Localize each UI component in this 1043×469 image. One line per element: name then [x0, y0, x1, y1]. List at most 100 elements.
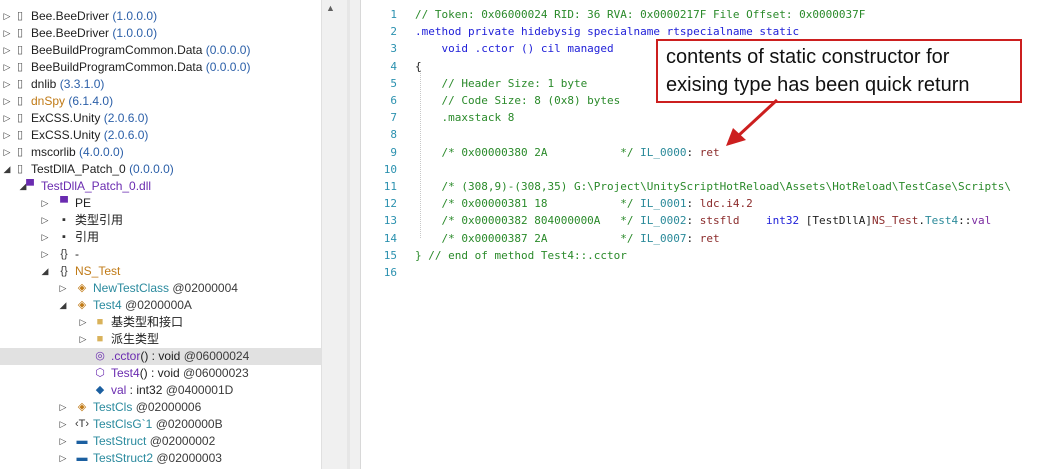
- assembly-icon: ▯: [16, 61, 24, 73]
- tree-node-selected[interactable]: ◎ .cctor() : void @06000024: [0, 348, 321, 365]
- node-name: -: [75, 247, 79, 261]
- expand-arrow-icon[interactable]: ▷: [58, 416, 68, 433]
- expand-arrow-icon[interactable]: ▷: [40, 212, 50, 229]
- code-token: } // end of method Test4::.cctor: [415, 248, 627, 262]
- expand-arrow-icon[interactable]: ▷: [78, 331, 88, 348]
- tree-node-label: Test4() : void @06000023: [111, 365, 249, 382]
- tree-node-label: TestCls @02000006: [93, 399, 201, 416]
- collapse-arrow-icon[interactable]: ◢: [40, 263, 50, 280]
- metadata-token: @0200000B: [155, 417, 223, 431]
- tree-node[interactable]: ▷ ‹T› TestClsG`1 @0200000B: [0, 416, 321, 433]
- struct-icon: ▬: [76, 435, 88, 447]
- expand-arrow-icon[interactable]: ▷: [2, 8, 12, 25]
- tree-node[interactable]: ▷ ▯ BeeBuildProgramCommon.Data (0.0.0.0): [0, 42, 321, 59]
- tree-node[interactable]: ▷ ■ 派生类型: [0, 331, 321, 348]
- tree-node[interactable]: ▷ ▯ dnSpy (6.1.4.0): [0, 93, 321, 110]
- expand-arrow-icon[interactable]: ▷: [40, 229, 50, 246]
- tree-node[interactable]: ◢ ◈ Test4 @0200000A: [0, 297, 321, 314]
- tree-node[interactable]: ⬡ Test4() : void @06000023: [0, 365, 321, 382]
- code-token: Test4: [925, 214, 959, 228]
- expand-arrow-icon[interactable]: ▷: [58, 399, 68, 416]
- collapse-arrow-icon[interactable]: ◢: [2, 161, 12, 178]
- tree-node[interactable]: ◢ ▀ TestDllA_Patch_0.dll: [0, 178, 321, 195]
- scroll-up-arrow-icon[interactable]: ▲: [322, 2, 339, 14]
- tree-node[interactable]: ▷ ▀ PE: [0, 195, 321, 212]
- node-name: Test4: [111, 366, 140, 380]
- generic-class-icon: ‹T›: [75, 418, 90, 430]
- annotation-line-2: exising type has been quick return: [666, 74, 970, 96]
- tree-node[interactable]: ▷ ▯ Bee.BeeDriver (1.0.0.0): [0, 8, 321, 25]
- assembly-version: (1.0.0.0): [112, 9, 158, 23]
- code-token: .maxstack 8: [415, 111, 515, 125]
- expand-arrow-icon[interactable]: ▷: [2, 93, 12, 110]
- line-number: 4: [390, 59, 397, 73]
- expand-arrow-icon[interactable]: ▷: [2, 59, 12, 76]
- expand-arrow-icon[interactable]: ▷: [2, 144, 12, 161]
- expand-arrow-icon[interactable]: ▷: [58, 280, 68, 297]
- tree-node-label: 引用: [75, 229, 99, 246]
- code-token: /* 0x00000387 2A */: [415, 231, 641, 245]
- expand-arrow-icon[interactable]: ▷: [58, 433, 68, 450]
- tree-node-label: mscorlib (4.0.0.0): [31, 144, 124, 161]
- tree-node[interactable]: ▷ ▯ ExCSS.Unity (2.0.6.0): [0, 110, 321, 127]
- assembly-icon: ▯: [16, 44, 24, 56]
- expand-arrow-icon[interactable]: ▷: [2, 110, 12, 127]
- metadata-token: @02000003: [156, 451, 222, 465]
- line-number: 13: [383, 214, 397, 228]
- assembly-icon: ▯: [16, 10, 24, 22]
- tree-node[interactable]: ▷ ◈ TestCls @02000006: [0, 399, 321, 416]
- tree-node[interactable]: ▷ ▯ ExCSS.Unity (2.0.6.0): [0, 127, 321, 144]
- node-name: ExCSS.Unity: [31, 111, 101, 125]
- code-token: :: [686, 214, 700, 228]
- code-token: /* 0x00000380 2A */: [415, 145, 641, 159]
- node-name: dnSpy: [31, 94, 66, 108]
- tree-node[interactable]: ▷ ▯ BeeBuildProgramCommon.Data (0.0.0.0): [0, 59, 321, 76]
- tree-node[interactable]: ▷ ◈ NewTestClass @02000004: [0, 280, 321, 297]
- tree-node[interactable]: ▷ ▯ mscorlib (4.0.0.0): [0, 144, 321, 161]
- tree-node[interactable]: ◢ {} NS_Test: [0, 263, 321, 280]
- tree-node-label: TestStruct2 @02000003: [93, 450, 222, 467]
- expand-arrow-icon[interactable]: ▷: [2, 127, 12, 144]
- tree-node[interactable]: ▷ {} -: [0, 246, 321, 263]
- tree-node[interactable]: ◢ ▯ TestDllA_Patch_0 (0.0.0.0): [0, 161, 321, 178]
- tree-node-label: TestClsG`1 @0200000B: [93, 416, 223, 433]
- code-token: IL_0007: [640, 231, 687, 245]
- assembly-icon: ▯: [16, 163, 24, 175]
- expand-arrow-icon[interactable]: ▷: [40, 195, 50, 212]
- collapse-arrow-icon[interactable]: ◢: [58, 297, 68, 314]
- node-name: TestClsG`1: [93, 417, 153, 431]
- tree-node-label: ExCSS.Unity (2.0.6.0): [31, 127, 148, 144]
- code-token: :: [686, 231, 700, 245]
- panel-splitter[interactable]: [338, 0, 361, 469]
- tree-node[interactable]: ▷ ■ 基类型和接口: [0, 314, 321, 331]
- assembly-icon: ▯: [16, 146, 24, 158]
- tree-node[interactable]: ◆ val : int32 @0400001D: [0, 382, 321, 399]
- expand-arrow-icon[interactable]: ▷: [40, 246, 50, 263]
- expand-arrow-icon[interactable]: ▷: [2, 76, 12, 93]
- code-token: void .cctor () cil managed: [415, 42, 614, 56]
- line-number: 8: [390, 128, 397, 142]
- expand-arrow-icon[interactable]: ▷: [58, 450, 68, 467]
- tree-node[interactable]: ▷ ▪ 引用: [0, 229, 321, 246]
- assembly-icon: ▯: [16, 95, 24, 107]
- class-icon: ◈: [77, 282, 87, 294]
- code-token: /* 0x00000382 804000000A */: [415, 214, 641, 228]
- line-number: 7: [390, 111, 397, 125]
- tree-node-label: 派生类型: [111, 331, 159, 348]
- line-number: 12: [383, 197, 397, 211]
- expand-arrow-icon[interactable]: ▷: [2, 25, 12, 42]
- tree-scrollbar[interactable]: ▲: [321, 0, 339, 469]
- tree-node[interactable]: ▷ ▪ 类型引用: [0, 212, 321, 229]
- tree-node[interactable]: ▷ ▬ TestStruct2 @02000003: [0, 450, 321, 467]
- tree-node[interactable]: ▷ ▯ dnlib (3.3.1.0): [0, 76, 321, 93]
- tree-node[interactable]: ▷ ▯ Bee.BeeDriver (1.0.0.0): [0, 25, 321, 42]
- tree-node[interactable]: ▷ ▬ TestStruct @02000002: [0, 433, 321, 450]
- code-token: IL_0001: [640, 197, 687, 211]
- node-name: 类型引用: [75, 213, 124, 227]
- expand-arrow-icon[interactable]: ▷: [2, 42, 12, 59]
- tree-node-label: TestStruct @02000002: [93, 433, 215, 450]
- assembly-icon: ▯: [16, 129, 24, 141]
- code-token: ret: [699, 231, 720, 245]
- code-token: .: [918, 214, 925, 228]
- expand-arrow-icon[interactable]: ▷: [78, 314, 88, 331]
